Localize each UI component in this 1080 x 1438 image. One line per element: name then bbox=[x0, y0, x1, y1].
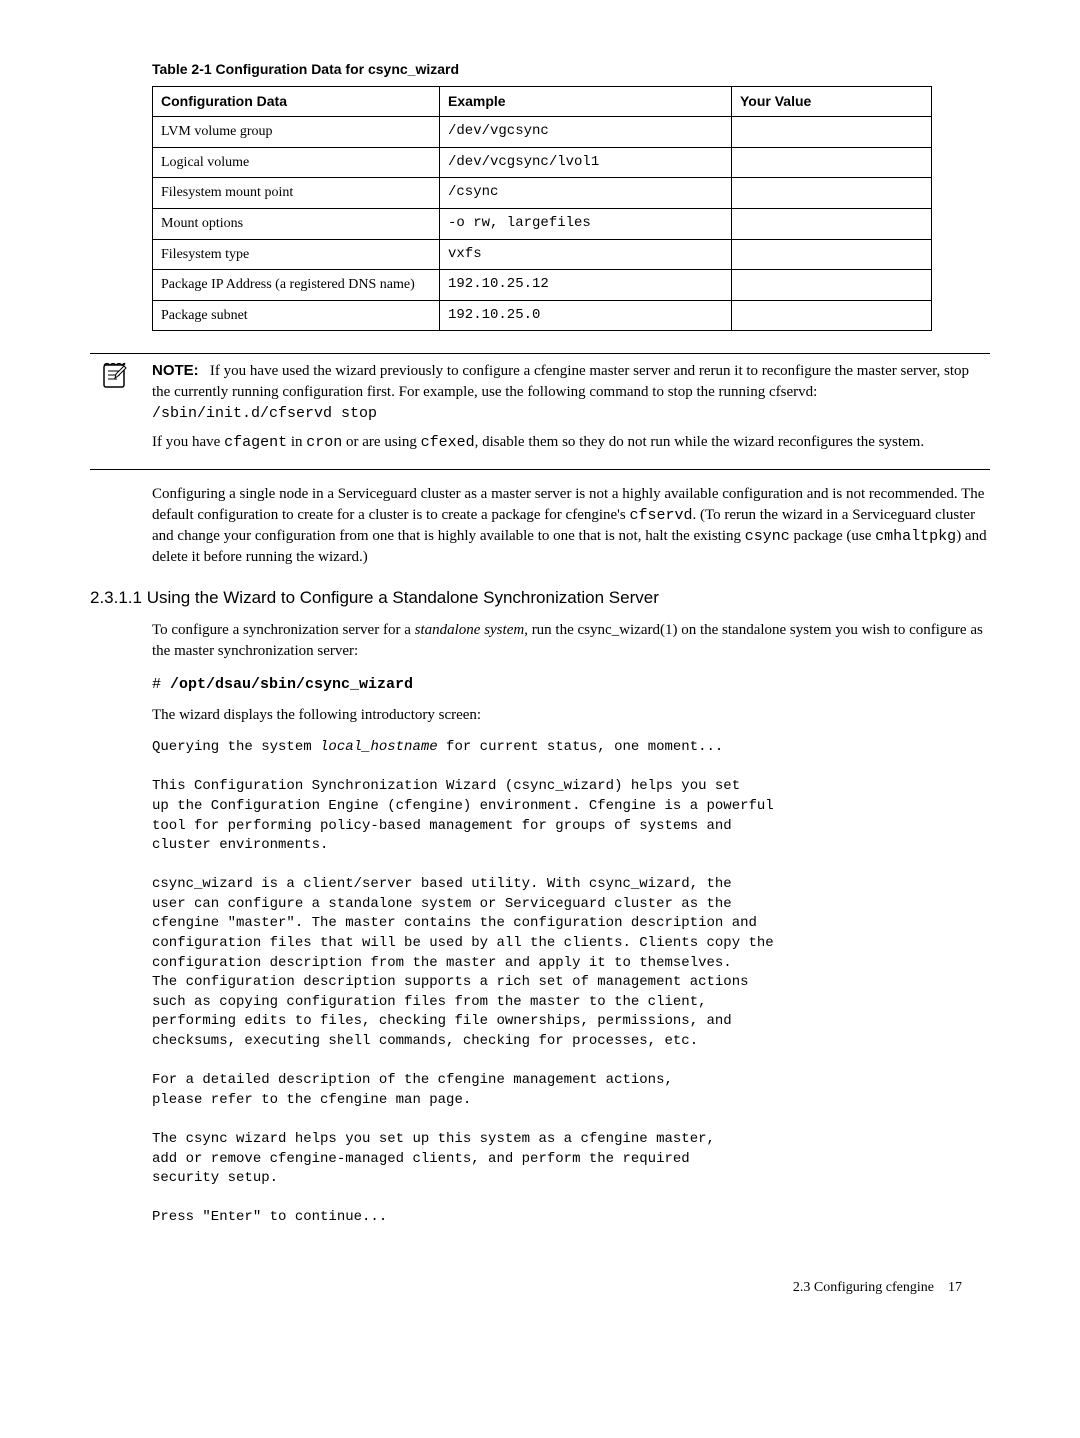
note-body: NOTE: If you have used the wizard previo… bbox=[138, 360, 990, 461]
section-heading: 2.3.1.1 Using the Wizard to Configure a … bbox=[90, 586, 990, 610]
cell: Mount options bbox=[153, 208, 440, 239]
col-your-value: Your Value bbox=[732, 86, 932, 117]
cell: Package subnet bbox=[153, 300, 440, 331]
body-paragraph: The wizard displays the following introd… bbox=[152, 705, 990, 726]
note-code: cron bbox=[306, 434, 342, 451]
code: cmhaltpkg bbox=[875, 528, 956, 545]
cell bbox=[732, 117, 932, 148]
table-row: LVM volume group /dev/vgcsync bbox=[153, 117, 932, 148]
cell: Filesystem type bbox=[153, 239, 440, 270]
cell bbox=[732, 270, 932, 301]
text: Querying the system bbox=[152, 739, 320, 755]
note-block: NOTE: If you have used the wizard previo… bbox=[90, 353, 990, 470]
cell: Logical volume bbox=[153, 147, 440, 178]
note-text: in bbox=[287, 434, 306, 450]
body-paragraph: Configuring a single node in a Servicegu… bbox=[152, 484, 990, 568]
note-text: , disable them so they do not run while … bbox=[475, 434, 924, 450]
cell bbox=[732, 300, 932, 331]
cell: Package IP Address (a registered DNS nam… bbox=[153, 270, 440, 301]
note-code: /sbin/init.d/cfservd stop bbox=[152, 405, 377, 422]
note-text: or are using bbox=[342, 434, 420, 450]
command: /opt/dsau/sbin/csync_wizard bbox=[170, 676, 413, 693]
text: This Configuration Synchronization Wizar… bbox=[152, 778, 774, 1225]
table-caption: Table 2-1 Configuration Data for csync_w… bbox=[152, 60, 990, 80]
prompt: # bbox=[152, 676, 170, 693]
italic-text: local_hostname bbox=[320, 739, 438, 755]
note-paragraph-2: If you have cfagent in cron or are using… bbox=[152, 432, 990, 453]
cell: 192.10.25.12 bbox=[440, 270, 732, 301]
code: csync bbox=[745, 528, 790, 545]
cell bbox=[732, 239, 932, 270]
note-text: If you have used the wizard previously t… bbox=[152, 363, 969, 400]
note-text: If you have bbox=[152, 434, 224, 450]
note-label: NOTE: bbox=[152, 362, 199, 379]
footer-section: 2.3 Configuring cfengine bbox=[793, 1280, 934, 1295]
table-row: Package IP Address (a registered DNS nam… bbox=[153, 270, 932, 301]
note-code: cfagent bbox=[224, 434, 287, 451]
italic-text: standalone system bbox=[415, 622, 525, 638]
text: for current status, one moment... bbox=[438, 739, 724, 755]
cell bbox=[732, 147, 932, 178]
table-row: Mount options -o rw, largefiles bbox=[153, 208, 932, 239]
table-row: Filesystem type vxfs bbox=[153, 239, 932, 270]
body-paragraph: To configure a synchronization server fo… bbox=[152, 620, 990, 662]
code: cfservd bbox=[629, 507, 692, 524]
page-number: 17 bbox=[948, 1280, 962, 1295]
note-icon bbox=[90, 360, 138, 400]
command-line: # /opt/dsau/sbin/csync_wizard bbox=[152, 674, 990, 695]
col-config-data: Configuration Data bbox=[153, 86, 440, 117]
cell bbox=[732, 178, 932, 209]
cell bbox=[732, 208, 932, 239]
config-table: Configuration Data Example Your Value LV… bbox=[152, 86, 932, 332]
screen-output: Querying the system local_hostname for c… bbox=[152, 738, 990, 1228]
table-row: Filesystem mount point /csync bbox=[153, 178, 932, 209]
cell: 192.10.25.0 bbox=[440, 300, 732, 331]
page-footer: 2.3 Configuring cfengine 17 bbox=[90, 1278, 962, 1298]
cell: Filesystem mount point bbox=[153, 178, 440, 209]
text: package (use bbox=[790, 528, 875, 544]
cell: -o rw, largefiles bbox=[440, 208, 732, 239]
cell: vxfs bbox=[440, 239, 732, 270]
text: To configure a synchronization server fo… bbox=[152, 622, 415, 638]
col-example: Example bbox=[440, 86, 732, 117]
cell: /dev/vgcsync bbox=[440, 117, 732, 148]
note-code: cfexed bbox=[421, 434, 475, 451]
table-row: Package subnet 192.10.25.0 bbox=[153, 300, 932, 331]
cell: /csync bbox=[440, 178, 732, 209]
note-paragraph-1: NOTE: If you have used the wizard previo… bbox=[152, 360, 990, 424]
cell: LVM volume group bbox=[153, 117, 440, 148]
table-row: Logical volume /dev/vcgsync/lvol1 bbox=[153, 147, 932, 178]
cell: /dev/vcgsync/lvol1 bbox=[440, 147, 732, 178]
